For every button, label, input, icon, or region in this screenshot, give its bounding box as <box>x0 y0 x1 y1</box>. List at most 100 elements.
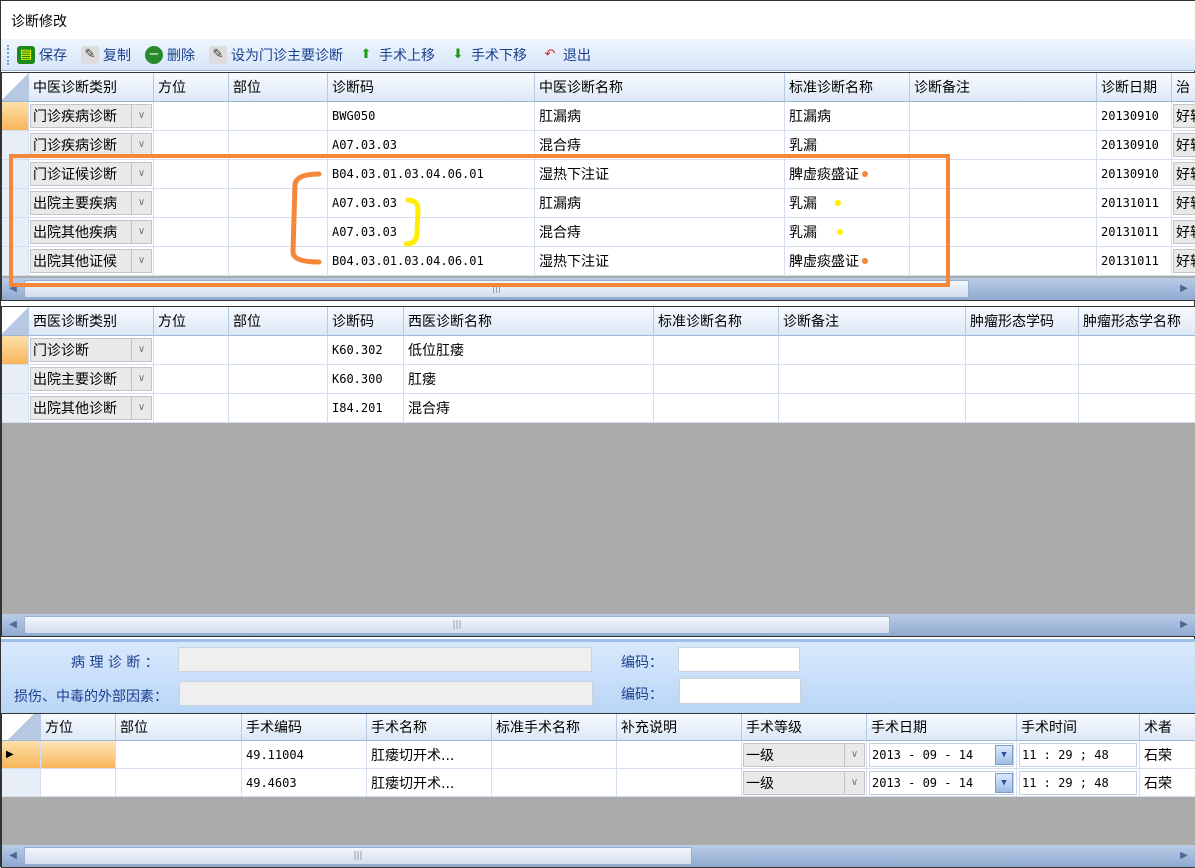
toolbar-button-save[interactable]: ▤ 保存 <box>17 45 67 65</box>
column-header[interactable]: 部位 <box>229 73 328 102</box>
chevron-down-icon[interactable]: ∨ <box>131 134 151 156</box>
calendar-dropdown-icon[interactable]: ▼ <box>995 772 1013 793</box>
row-header[interactable] <box>2 365 29 394</box>
outcome-dropdown[interactable]: 好转 <box>1173 249 1195 273</box>
table-row[interactable]: 出院主要诊断 ∨ K60.300 肛瘘 <box>2 365 1195 394</box>
grid-cell <box>1079 336 1195 365</box>
time-input[interactable]: 11 : 29 ; 48 <box>1019 770 1137 795</box>
grid-cell: 肛瘘切开术... <box>367 741 492 769</box>
outcome-dropdown[interactable]: 好转 <box>1173 220 1195 244</box>
date-picker[interactable]: 2013 - 09 - 14 ▼ <box>869 770 1014 795</box>
column-header[interactable]: 手术编码 <box>242 714 367 741</box>
pathology-input[interactable] <box>178 647 592 672</box>
column-header[interactable]: 方位 <box>41 714 116 741</box>
horizontal-scrollbar[interactable]: ◀ ||| ▶ <box>2 614 1195 636</box>
grid-cell <box>910 102 1097 131</box>
column-header[interactable]: 诊断日期 <box>1097 73 1172 102</box>
row-header[interactable] <box>2 102 29 131</box>
row-header[interactable] <box>2 394 29 423</box>
scroll-track[interactable] <box>692 845 1173 867</box>
scrollbar-thumb[interactable]: ||| <box>24 616 890 634</box>
column-header[interactable]: 肿瘤形态学名称 <box>1079 307 1195 336</box>
scroll-right-icon[interactable]: ▶ <box>1173 845 1195 867</box>
grid-cell <box>617 741 742 769</box>
category-dropdown[interactable]: 门诊诊断 ∨ <box>30 338 152 362</box>
column-header[interactable]: 中医诊断类别 <box>29 73 154 102</box>
column-header[interactable]: 部位 <box>229 307 328 336</box>
date-picker[interactable]: 2013 - 09 - 14 ▼ <box>869 742 1014 767</box>
scroll-track[interactable] <box>969 278 1173 300</box>
row-header[interactable]: ▶ <box>2 741 41 769</box>
table-row[interactable]: 门诊诊断 ∨ K60.302 低位肛瘘 <box>2 336 1195 365</box>
column-header[interactable]: 手术名称 <box>367 714 492 741</box>
scroll-right-icon[interactable]: ▶ <box>1173 278 1195 300</box>
column-header[interactable]: 术者 <box>1140 714 1195 741</box>
scroll-left-icon[interactable]: ◀ <box>2 614 24 636</box>
toolbar-button-arrow-up[interactable]: ⬆ 手术上移 <box>357 45 435 65</box>
chevron-down-icon[interactable]: ∨ <box>131 397 151 419</box>
category-dropdown[interactable]: 门诊疾病诊断 ∨ <box>30 104 152 128</box>
select-all-corner[interactable] <box>2 307 29 336</box>
column-header[interactable]: 方位 <box>154 73 229 102</box>
grid-cell <box>779 394 966 423</box>
toolbar-button-arrow-down[interactable]: ⬇ 手术下移 <box>449 45 527 65</box>
grid-cell <box>492 741 617 769</box>
grid-cell <box>116 741 242 769</box>
toolbar-grip[interactable] <box>7 44 11 65</box>
column-header[interactable]: 中医诊断名称 <box>535 73 785 102</box>
scroll-track[interactable] <box>890 614 1173 636</box>
chevron-down-icon[interactable]: ∨ <box>131 368 151 390</box>
table-row[interactable]: 49.4603 肛瘘切开术... 一级 ∨ 2013 - 09 - 14 ▼ 11 : 29… <box>2 769 1195 797</box>
scroll-right-icon[interactable]: ▶ <box>1173 614 1195 636</box>
chevron-down-icon[interactable]: ∨ <box>131 105 151 127</box>
outcome-dropdown[interactable]: 好转 <box>1173 191 1195 215</box>
scroll-left-icon[interactable]: ◀ <box>2 845 24 867</box>
horizontal-scrollbar[interactable]: ◀ ||| ▶ <box>2 845 1195 867</box>
chevron-down-icon[interactable]: ∨ <box>131 339 151 361</box>
column-header[interactable]: 部位 <box>116 714 242 741</box>
toolbar-button-delete[interactable]: − 删除 <box>145 45 195 65</box>
injury-input[interactable] <box>179 681 593 706</box>
column-header[interactable]: 西医诊断类别 <box>29 307 154 336</box>
time-input[interactable]: 11 : 29 ; 48 <box>1019 742 1137 767</box>
table-row[interactable]: ▶ 49.11004 肛瘘切开术... 一级 ∨ 2013 - 09 - 14 ▼ 11 : … <box>2 741 1195 769</box>
outcome-dropdown[interactable]: 好转 <box>1173 162 1195 186</box>
pathology-code-input[interactable] <box>678 647 800 672</box>
outcome-dropdown[interactable]: 好转 <box>1173 104 1195 128</box>
column-header[interactable]: 手术日期 <box>867 714 1017 741</box>
column-header[interactable]: 方位 <box>154 307 229 336</box>
column-header[interactable]: 标准诊断名称 <box>654 307 779 336</box>
category-dropdown[interactable]: 出院其他诊断 ∨ <box>30 396 152 420</box>
column-header[interactable]: 西医诊断名称 <box>404 307 654 336</box>
row-header[interactable] <box>2 336 29 365</box>
select-all-corner[interactable] <box>2 73 29 102</box>
toolbar-button-copy[interactable]: ✎ 复制 <box>81 45 131 65</box>
column-header[interactable]: 补充说明 <box>617 714 742 741</box>
scrollbar-thumb[interactable]: ||| <box>24 847 692 865</box>
category-dropdown[interactable]: 一级 ∨ <box>743 742 865 767</box>
column-header[interactable]: 标准诊断名称 <box>785 73 910 102</box>
column-header[interactable]: 手术时间 <box>1017 714 1140 741</box>
select-all-corner[interactable] <box>2 714 41 741</box>
chevron-down-icon[interactable]: ∨ <box>844 771 864 794</box>
toolbar-button-set-primary[interactable]: ✎ 设为门诊主要诊断 <box>209 45 343 65</box>
column-header[interactable]: 诊断码 <box>328 73 535 102</box>
column-header[interactable]: 手术等级 <box>742 714 867 741</box>
column-header[interactable]: 治 <box>1172 73 1195 102</box>
category-dropdown[interactable]: 出院主要诊断 ∨ <box>30 367 152 391</box>
column-header[interactable]: 诊断备注 <box>910 73 1097 102</box>
table-row[interactable]: 出院其他诊断 ∨ I84.201 混合痔 <box>2 394 1195 423</box>
column-header[interactable]: 诊断码 <box>328 307 404 336</box>
category-dropdown[interactable]: 一级 ∨ <box>743 770 865 795</box>
chevron-down-icon[interactable]: ∨ <box>844 743 864 766</box>
outcome-dropdown[interactable]: 好转 <box>1173 133 1195 157</box>
table-row[interactable]: 门诊疾病诊断∨BWG050肛漏病肛漏病20130910好转 <box>2 102 1195 131</box>
column-header[interactable]: 肿瘤形态学码 <box>966 307 1079 336</box>
calendar-dropdown-icon[interactable]: ▼ <box>995 744 1013 765</box>
toolbar-button-exit[interactable]: ↶ 退出 <box>541 45 591 65</box>
injury-code-input[interactable] <box>679 678 801 704</box>
column-header[interactable]: 标准手术名称 <box>492 714 617 741</box>
grid-cell <box>492 769 617 797</box>
row-header[interactable] <box>2 769 41 797</box>
column-header[interactable]: 诊断备注 <box>779 307 966 336</box>
